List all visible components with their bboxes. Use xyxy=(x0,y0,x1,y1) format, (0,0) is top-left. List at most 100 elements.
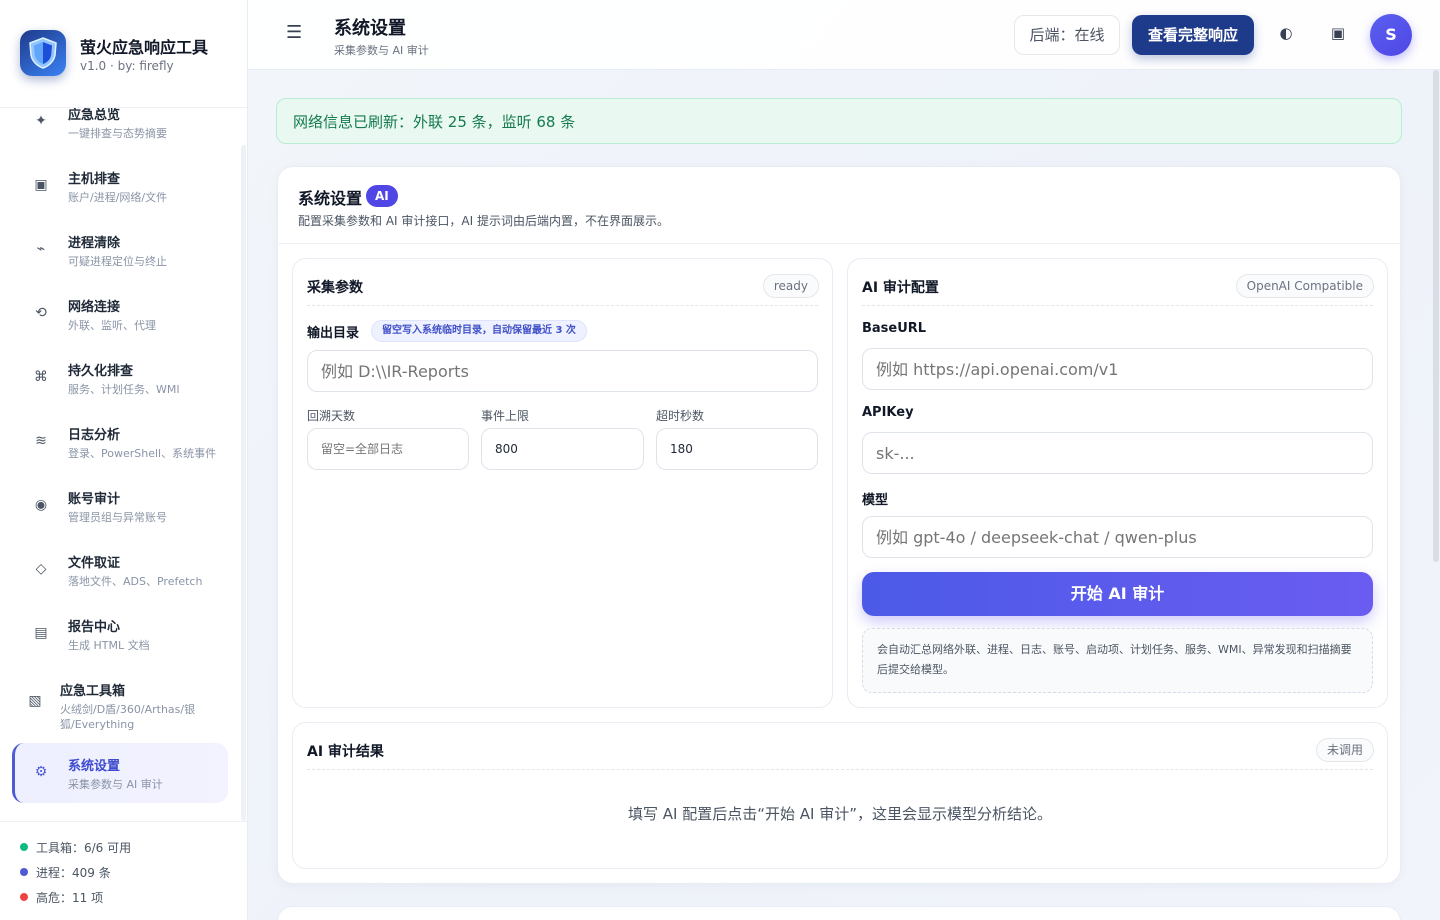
brand-title: 萤火应急响应工具 xyxy=(80,38,209,57)
collect-params-panel: 采集参数 ready 输出目录 留空写入系统临时目录，自动保留最近 3 次 回溯… xyxy=(292,258,833,708)
sidebar-item-sub: 生成 HTML 文档 xyxy=(68,639,150,652)
settings-card: 系统设置 AI 配置采集参数和 AI 审计接口，AI 提示词由后端内置，不在界面… xyxy=(277,166,1401,884)
sidebar-item-persistence[interactable]: ⌘ 持久化排查 服务、计划任务、WMI xyxy=(12,348,228,408)
next-card xyxy=(277,906,1401,920)
sidebar-item-process[interactable]: ⌁ 进程清除 可疑进程定位与终止 xyxy=(12,220,228,280)
window-toggle-icon[interactable]: ▣ xyxy=(1328,24,1348,42)
timeout-label: 超时秒数 xyxy=(656,409,705,423)
toolbox-icon: ▧ xyxy=(28,693,42,709)
sidebar-item-sub: 管理员组与异常账号 xyxy=(68,511,167,524)
sidebar-item-toolbox[interactable]: ▧ 应急工具箱 火绒剑/D盾/360/Arthas/银狐/Everything xyxy=(12,668,228,736)
stat-high-risk: 高危：11 项 xyxy=(20,889,103,906)
lookback-days-label: 回溯天数 xyxy=(307,409,356,423)
sidebar-item-network[interactable]: ⟲ 网络连接 外联、监听、代理 xyxy=(12,284,228,344)
brand: 萤火应急响应工具 v1.0 · by: firefly xyxy=(0,0,247,108)
apikey-input[interactable] xyxy=(862,432,1373,474)
output-dir-label: 输出目录 xyxy=(307,326,360,341)
sidebar-item-sub: 火绒剑/D盾/360/Arthas/银狐/Everything xyxy=(60,703,196,731)
collect-panel-title: 采集参数 xyxy=(307,280,363,296)
sidebar-item-settings[interactable]: ⚙ 系统设置 采集参数与 AI 审计 xyxy=(12,743,228,803)
lookback-days-input[interactable] xyxy=(307,428,469,470)
sidebar-item-sub: 登录、PowerShell、系统事件 xyxy=(68,447,217,460)
sidebar-item-label: 系统设置 xyxy=(68,759,121,774)
command-icon: ⌘ xyxy=(34,369,48,385)
sidebar-item-label: 进程清除 xyxy=(68,236,121,251)
sidebar-item-host[interactable]: ▣ 主机排查 账户/进程/网络/文件 xyxy=(12,156,228,216)
sidebar-stats: 工具箱：6/6 可用 进程：409 条 高危：11 项 xyxy=(0,821,247,920)
settings-title: 系统设置 xyxy=(298,189,363,208)
sidebar-scrollbar[interactable] xyxy=(241,145,246,821)
openai-compatible-badge: OpenAI Compatible xyxy=(1235,274,1374,298)
ai-audit-note: 会自动汇总网络外联、进程、日志、账号、启动项、计划任务、服务、WMI、异常发现和… xyxy=(862,628,1373,693)
model-label: 模型 xyxy=(862,493,889,508)
event-limit-label: 事件上限 xyxy=(481,409,530,423)
status-dot-green xyxy=(20,843,28,851)
ai-badge: AI xyxy=(366,185,398,207)
backend-status-badge: 后端：在线 xyxy=(1014,15,1120,55)
brand-version: v1.0 · by: firefly xyxy=(80,59,174,73)
output-dir-hint: 留空写入系统临时目录，自动保留最近 3 次 xyxy=(371,320,587,342)
model-input[interactable] xyxy=(862,516,1373,558)
sidebar: ✦ 应急总览 一键排查与态势摘要 ▣ 主机排查 账户/进程/网络/文件 ⌁ 进程… xyxy=(0,0,248,920)
ai-result-title: AI 审计结果 xyxy=(307,744,384,760)
sidebar-item-reports[interactable]: ▤ 报告中心 生成 HTML 文档 xyxy=(12,604,228,664)
stat-process: 进程：409 条 xyxy=(20,864,111,881)
page-title: 系统设置 xyxy=(334,18,406,39)
ai-panel-title: AI 审计配置 xyxy=(862,280,939,296)
theme-toggle-icon[interactable]: ◐ xyxy=(1276,24,1296,42)
status-dot-red xyxy=(20,893,28,901)
status-dot-blue xyxy=(20,868,28,876)
sidebar-item-sub: 账户/进程/网络/文件 xyxy=(68,191,168,204)
baseurl-label: BaseURL xyxy=(862,321,927,336)
avatar[interactable]: S xyxy=(1370,14,1412,56)
sidebar-item-sub: 服务、计划任务、WMI xyxy=(68,383,180,396)
event-limit-input[interactable] xyxy=(481,428,644,470)
sidebar-item-forensics[interactable]: ◇ 文件取证 落地文件、ADS、Prefetch xyxy=(12,540,228,600)
timeout-input[interactable] xyxy=(656,428,818,470)
settings-description: 配置采集参数和 AI 审计接口，AI 提示词由后端内置，不在界面展示。 xyxy=(298,214,669,228)
sidebar-item-accounts[interactable]: ◉ 账号审计 管理员组与异常账号 xyxy=(12,476,228,536)
sidebar-item-label: 日志分析 xyxy=(68,428,121,443)
process-icon: ⌁ xyxy=(36,241,46,257)
refresh-icon: ⟲ xyxy=(35,305,47,321)
baseurl-input[interactable] xyxy=(862,348,1373,390)
sidebar-item-label: 报告中心 xyxy=(68,620,121,635)
ai-config-panel: AI 审计配置 OpenAI Compatible BaseURL APIKey… xyxy=(847,258,1388,708)
sidebar-item-label: 文件取证 xyxy=(68,556,121,571)
divider xyxy=(307,769,1373,770)
sidebar-item-sub: 落地文件、ADS、Prefetch xyxy=(68,575,203,588)
user-icon: ◉ xyxy=(34,497,48,513)
ready-badge: ready xyxy=(762,274,819,298)
sidebar-item-sub: 采集参数与 AI 审计 xyxy=(68,778,163,791)
divider xyxy=(278,243,1400,244)
sidebar-item-sub: 可疑进程定位与终止 xyxy=(68,255,167,268)
sidebar-item-label: 主机排查 xyxy=(68,172,121,187)
sidebar-item-sub: 一键排查与态势摘要 xyxy=(68,127,167,140)
page-subtitle: 采集参数与 AI 审计 xyxy=(334,44,429,57)
output-dir-input[interactable] xyxy=(307,350,818,392)
sidebar-nav: ✦ 应急总览 一键排查与态势摘要 ▣ 主机排查 账户/进程/网络/文件 ⌁ 进程… xyxy=(0,100,247,820)
report-icon: ▤ xyxy=(34,625,48,641)
stat-toolbox: 工具箱：6/6 可用 xyxy=(20,839,131,856)
sidebar-item-label: 网络连接 xyxy=(68,300,121,315)
start-ai-audit-button[interactable]: 开始 AI 审计 xyxy=(862,572,1373,616)
sidebar-item-sub: 外联、监听、代理 xyxy=(68,319,156,332)
sidebar-item-logs[interactable]: ≋ 日志分析 登录、PowerShell、系统事件 xyxy=(12,412,228,472)
wave-icon: ≋ xyxy=(35,433,47,449)
ai-result-message: 填写 AI 配置后点击“开始 AI 审计”，这里会显示模型分析结论。 xyxy=(628,805,1052,823)
diamond-icon: ◇ xyxy=(35,561,47,577)
host-icon: ▣ xyxy=(34,177,48,193)
divider xyxy=(862,305,1373,306)
main-scrollbar[interactable] xyxy=(1433,70,1439,562)
menu-icon[interactable]: ☰ xyxy=(286,22,302,43)
apikey-label: APIKey xyxy=(862,405,914,420)
top-header: ☰ 系统设置 采集参数与 AI 审计 后端：在线 查看完整响应 ◐ ▣ S xyxy=(248,0,1440,70)
sidebar-item-label: 持久化排查 xyxy=(68,364,134,379)
divider xyxy=(307,305,818,306)
gear-icon: ⚙ xyxy=(34,764,48,780)
view-full-response-button[interactable]: 查看完整响应 xyxy=(1132,15,1254,55)
sparkle-icon: ✦ xyxy=(35,113,47,129)
ai-result-panel: AI 审计结果 未调用 填写 AI 配置后点击“开始 AI 审计”，这里会显示模… xyxy=(292,722,1388,869)
sidebar-item-label: 账号审计 xyxy=(68,492,121,507)
sidebar-item-label: 应急工具箱 xyxy=(60,684,126,699)
